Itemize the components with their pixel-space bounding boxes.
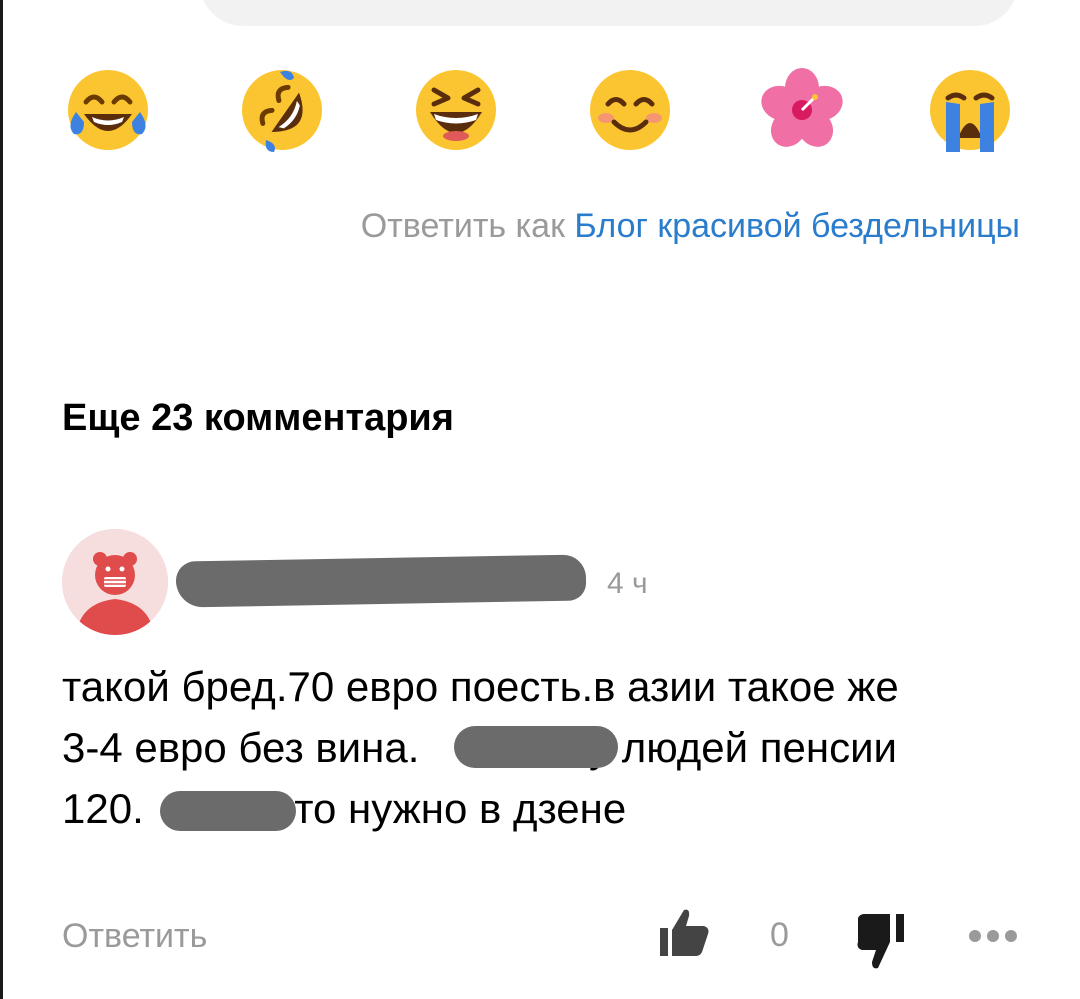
- comment-actions: Ответить 0: [0, 900, 1080, 980]
- redaction-mark: [160, 791, 296, 831]
- thumbs-down-icon[interactable]: [856, 912, 908, 972]
- reaction-picker: [0, 64, 1080, 160]
- grinning-squinting-emoji-icon[interactable]: [410, 64, 502, 156]
- reply-as-line: Ответить как Блог красивой бездельницы: [361, 207, 1020, 246]
- comment-line-3-start: 120.: [62, 785, 144, 832]
- comment-time: 4 ч: [607, 567, 648, 600]
- thumbs-up-icon[interactable]: [656, 906, 712, 958]
- more-options-icon[interactable]: [966, 924, 1020, 948]
- more-comments-title[interactable]: Еще 23 комментария: [62, 397, 454, 440]
- loudly-crying-emoji-icon[interactable]: [924, 64, 1016, 156]
- avatar[interactable]: [62, 529, 168, 635]
- comment-input[interactable]: [200, 0, 1018, 26]
- comment-line-1: такой бред.70 евро поесть.в азии такое ж…: [62, 663, 899, 710]
- comment-line-3-end: это нужно в дзене: [273, 785, 627, 832]
- reply-as-prefix: Ответить как: [360, 207, 565, 245]
- hibiscus-emoji-icon[interactable]: [756, 64, 848, 156]
- reply-as-blog-link[interactable]: Блог красивой бездельницы: [574, 207, 1020, 245]
- rolling-laughing-emoji-icon[interactable]: [236, 64, 328, 156]
- tears-of-joy-emoji-icon[interactable]: [62, 64, 154, 156]
- author-name-redacted: [175, 554, 587, 608]
- comment-line-2-end: .у людей пенсии: [577, 724, 898, 771]
- comment-line-2-start: 3-4 евро без вина.: [62, 724, 420, 771]
- smiling-eyes-emoji-icon[interactable]: [584, 64, 676, 156]
- like-count: 0: [770, 916, 789, 954]
- reply-button[interactable]: Ответить: [62, 917, 207, 956]
- redaction-mark: [454, 726, 618, 768]
- comment-text: такой бред.70 евро поесть.в азии такое ж…: [62, 656, 1022, 839]
